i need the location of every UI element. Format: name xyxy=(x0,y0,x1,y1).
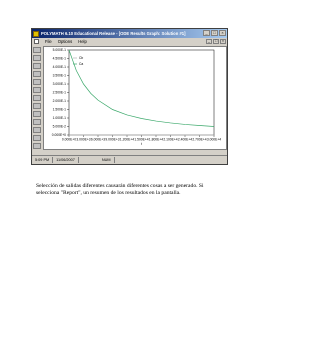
caption-text: Selección de salidas diferentes causarán… xyxy=(36,183,204,196)
ode-results-chart: 5.000E-1 4.500E-1 4.000E-1 3.500E-1 3.000E-1… xyxy=(52,48,221,146)
status-date: 11/06/2007 xyxy=(53,157,79,163)
close-icon[interactable]: × xyxy=(219,30,226,36)
zoom-icon[interactable] xyxy=(33,95,41,101)
help-icon[interactable] xyxy=(33,135,41,141)
child-close-icon[interactable]: × xyxy=(220,39,226,44)
x-tick-label: 9.000E+3 xyxy=(105,138,119,142)
y-tick-label: 4.500E-1 xyxy=(53,57,67,61)
print-icon[interactable] xyxy=(33,63,41,69)
menu-help[interactable]: Help xyxy=(78,39,87,44)
copy-icon[interactable] xyxy=(33,71,41,77)
y-tick-label: 2.500E-1 xyxy=(53,91,67,95)
y-tick-label: 1.000E-1 xyxy=(53,116,67,120)
x-tick-label: 2.100E+4 xyxy=(163,138,177,142)
legend-label: Ca xyxy=(79,62,83,66)
plot-frame xyxy=(68,49,215,136)
application-window: POLYMATH 6.10 Educational Release - [ODE… xyxy=(31,28,228,165)
status-bar: 5:09 PM 11/06/2007 NUM xyxy=(32,155,227,164)
refresh-icon[interactable] xyxy=(33,143,41,149)
menu-options[interactable]: Options xyxy=(58,39,72,44)
graph-area[interactable]: 5.000E-1 4.500E-1 4.000E-1 3.500E-1 3.000E-1… xyxy=(43,46,227,150)
legend-label: Cb xyxy=(79,56,83,60)
x-tick-label: 2.700E+4 xyxy=(192,138,206,142)
y-tick-label: 3.500E-1 xyxy=(53,74,67,78)
y-tick-label: 2.000E-1 xyxy=(53,99,67,103)
x-tick-label: 0.000E+0 xyxy=(62,138,76,142)
child-minimize-icon[interactable]: _ xyxy=(206,39,212,44)
open-icon[interactable] xyxy=(33,47,41,53)
y-tick-label: 4.000E-1 xyxy=(53,65,67,69)
y-tick-label: 5.000E-2 xyxy=(53,125,67,129)
y-tick-label: 5.000E-1 xyxy=(53,48,67,52)
x-tick-label: 2.400E+4 xyxy=(178,138,192,142)
settings-icon[interactable] xyxy=(33,103,41,109)
y-tick-label: 1.500E-1 xyxy=(53,108,67,112)
side-toolbar xyxy=(33,46,41,150)
status-mode: NUM xyxy=(99,157,115,163)
x-tick-label: 1.500E+4 xyxy=(134,138,148,142)
x-tick-label: 6.000E+3 xyxy=(91,138,105,142)
status-time: 5:09 PM xyxy=(32,157,54,163)
x-tick-label: 1.800E+4 xyxy=(149,138,163,142)
color-icon[interactable] xyxy=(33,119,41,125)
minimize-icon[interactable]: _ xyxy=(203,30,210,36)
document-icon[interactable] xyxy=(34,39,39,44)
title-bar[interactable]: POLYMATH 6.10 Educational Release - [ODE… xyxy=(32,29,227,38)
menu-bar: File Options Help xyxy=(32,38,227,45)
window-title: POLYMATH 6.10 Educational Release - [ODE… xyxy=(41,31,186,36)
table-icon[interactable] xyxy=(33,87,41,93)
y-tick-label: 3.000E-1 xyxy=(53,82,67,86)
x-tick-label: 1.200E+4 xyxy=(120,138,134,142)
polymath-icon xyxy=(33,30,39,37)
maximize-icon[interactable]: □ xyxy=(211,30,218,36)
menu-file[interactable]: File xyxy=(45,39,52,44)
child-maximize-icon[interactable]: □ xyxy=(213,39,219,44)
save-icon[interactable] xyxy=(33,55,41,61)
x-axis-label: t xyxy=(141,142,142,146)
legend-icon[interactable] xyxy=(33,111,41,117)
x-tick-label: 3.000E+3 xyxy=(76,138,90,142)
x-tick-label: 3.000E+4 xyxy=(207,138,221,142)
graph-icon[interactable] xyxy=(33,79,41,85)
export-icon[interactable] xyxy=(33,127,41,133)
